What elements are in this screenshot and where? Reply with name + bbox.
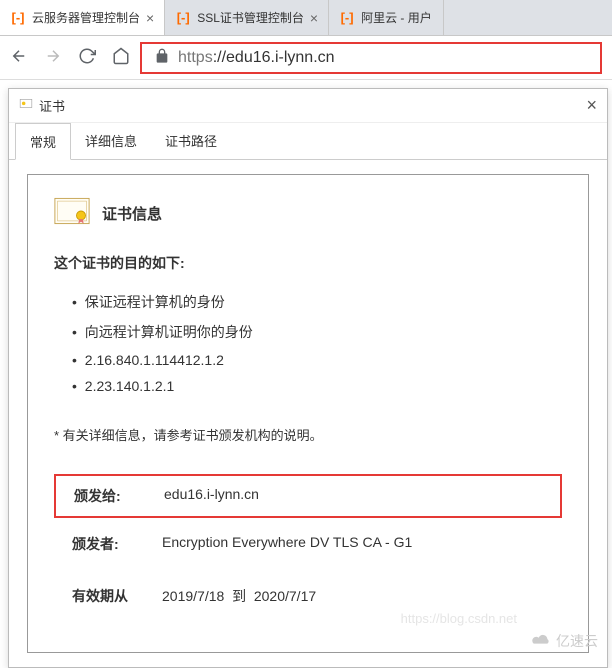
purpose-item: 2.23.140.1.2.1 [72, 373, 562, 399]
dialog-titlebar: 证书 × [9, 89, 607, 123]
issuer-row: 颁发者: Encryption Everywhere DV TLS CA - G… [54, 518, 562, 570]
issuer-value: Encryption Everywhere DV TLS CA - G1 [162, 534, 544, 554]
browser-tabs-bar: [-] 云服务器管理控制台 × [-] SSL证书管理控制台 × [-] 阿里云… [0, 0, 612, 36]
ca-note: * 有关详细信息，请参考证书颁发机构的说明。 [54, 425, 562, 444]
tab-title: SSL证书管理控制台 [197, 9, 304, 26]
cert-info-heading: 证书信息 [102, 203, 162, 224]
tab-general[interactable]: 常规 [15, 123, 71, 160]
purpose-list: 保证远程计算机的身份 向远程计算机证明你的身份 2.16.840.1.11441… [54, 287, 562, 399]
validity-label: 有效期从 [72, 586, 162, 606]
dialog-tab-strip: 常规 详细信息 证书路径 [9, 123, 607, 160]
close-icon[interactable]: × [586, 95, 597, 116]
dialog-title-text: 证书 [39, 96, 65, 115]
aliyun-favicon: [-] [10, 10, 26, 26]
watermark-text: 亿速云 [556, 631, 598, 651]
cert-small-icon [19, 97, 33, 114]
issued-to-row: 颁发给: edu16.i-lynn.cn [54, 474, 562, 518]
back-icon[interactable] [10, 47, 28, 68]
tab-title: 云服务器管理控制台 [32, 9, 140, 26]
watermark-url: https://blog.csdn.net [401, 611, 517, 626]
reload-icon[interactable] [78, 47, 96, 68]
forward-icon[interactable] [44, 47, 62, 68]
tab-details[interactable]: 详细信息 [71, 123, 151, 159]
purpose-item: 2.16.840.1.114412.1.2 [72, 347, 562, 373]
tab-certpath[interactable]: 证书路径 [151, 123, 231, 159]
issued-to-value: edu16.i-lynn.cn [164, 486, 542, 506]
url-text: https://edu16.i-lynn.cn [178, 49, 335, 67]
close-icon[interactable]: × [310, 10, 318, 26]
purpose-item: 保证远程计算机的身份 [72, 287, 562, 317]
close-icon[interactable]: × [146, 10, 154, 26]
aliyun-favicon: [-] [339, 10, 355, 26]
purpose-item: 向远程计算机证明你的身份 [72, 317, 562, 347]
browser-nav-bar: https://edu16.i-lynn.cn [0, 36, 612, 80]
lock-icon [154, 48, 170, 67]
purpose-heading: 这个证书的目的如下: [54, 253, 562, 273]
browser-tab-0[interactable]: [-] 云服务器管理控制台 × [0, 0, 165, 35]
cloud-icon [530, 632, 552, 651]
browser-tab-1[interactable]: [-] SSL证书管理控制台 × [165, 0, 329, 35]
issuer-label: 颁发者: [72, 534, 162, 554]
tab-title: 阿里云 - 用户 [361, 9, 432, 26]
browser-tab-2[interactable]: [-] 阿里云 - 用户 [329, 0, 444, 35]
validity-value: 2019/7/18 到 2020/7/17 [162, 586, 544, 606]
home-icon[interactable] [112, 47, 130, 68]
certificate-icon [54, 197, 90, 229]
aliyun-favicon: [-] [175, 10, 191, 26]
cert-info-panel: 证书信息 这个证书的目的如下: 保证远程计算机的身份 向远程计算机证明你的身份 … [27, 174, 589, 653]
watermark: 亿速云 [530, 631, 598, 651]
issued-to-label: 颁发给: [74, 486, 164, 506]
certificate-dialog: 证书 × 常规 详细信息 证书路径 证书信息 这个证书的目的如下: 保证远程计算… [8, 88, 608, 668]
address-bar[interactable]: https://edu16.i-lynn.cn [140, 42, 602, 74]
